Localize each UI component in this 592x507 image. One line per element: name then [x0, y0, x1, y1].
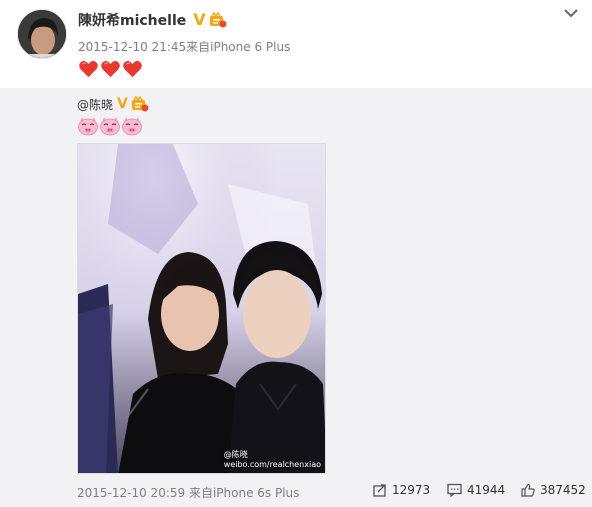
- post-content: [78, 59, 143, 78]
- like-count: 387452: [540, 483, 586, 497]
- original-author-link[interactable]: @陈晓: [77, 96, 113, 113]
- repost-count-button[interactable]: 12973: [373, 483, 430, 497]
- heart-icon: [123, 61, 142, 78]
- pig-face-icon: [122, 117, 142, 136]
- repost-footer: 2015-12-10 20:59 来自iPhone 6s Plus 12973 …: [0, 480, 592, 500]
- pig-face-icon: [78, 117, 98, 136]
- comment-count-button[interactable]: 41944: [447, 483, 505, 497]
- member-icon: [131, 95, 149, 112]
- heart-icon: [101, 61, 120, 78]
- author-name[interactable]: 陳妍希michelle: [78, 10, 186, 30]
- post-timestamp[interactable]: 2015-12-10 21:45来自iPhone 6 Plus: [78, 38, 290, 55]
- thumbs-up-icon: [521, 483, 535, 497]
- repost-timestamp[interactable]: 2015-12-10 20:59 来自iPhone 6s Plus: [77, 484, 299, 501]
- member-icon: [209, 11, 227, 28]
- avatar[interactable]: [17, 9, 67, 59]
- photo-watermark: @陈晓 weibo.com/realchenxiao: [223, 450, 321, 469]
- verified-badge-icon: V: [193, 10, 206, 29]
- heart-icon: [79, 61, 98, 78]
- repost-content: [77, 116, 143, 136]
- chevron-down-icon[interactable]: [563, 7, 579, 19]
- reposted-content: @陈晓 V @陈晓 weibo.com/realchenxiao 2015-12…: [0, 88, 592, 507]
- author-row: 陳妍希michelle V: [78, 10, 227, 30]
- original-author-row: @陈晓 V: [77, 95, 149, 113]
- repost-count: 12973: [392, 483, 431, 497]
- comment-count: 41944: [467, 483, 506, 497]
- like-count-button[interactable]: 387452: [521, 483, 586, 497]
- comment-icon: [447, 483, 462, 497]
- pig-face-icon: [100, 117, 120, 136]
- verified-badge-icon: V: [117, 96, 128, 112]
- repost-icon: [373, 484, 386, 497]
- attached-photo[interactable]: @陈晓 weibo.com/realchenxiao: [77, 143, 326, 474]
- post-header: 陳妍希michelle V 2015-12-10 21:45来自iPhone 6…: [0, 0, 592, 88]
